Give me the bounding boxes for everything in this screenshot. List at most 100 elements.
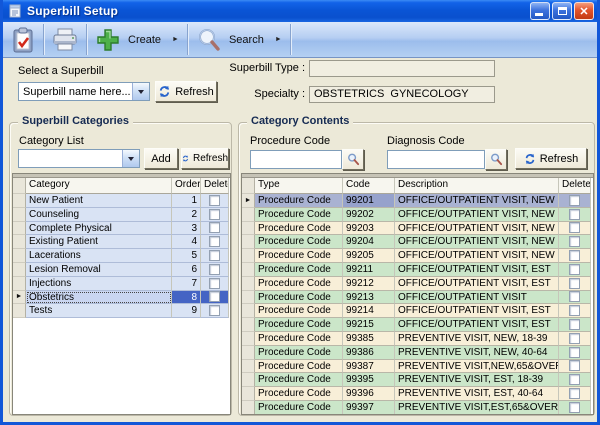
table-row[interactable]: Procedure Code99386PREVENTIVE VISIT, NEW… xyxy=(242,346,593,360)
type-cell[interactable]: Procedure Code xyxy=(255,318,343,332)
code-cell[interactable]: 99213 xyxy=(343,291,395,305)
row-selector[interactable] xyxy=(242,332,255,346)
desc-cell[interactable]: OFFICE/OUTPATIENT VISIT, NEW xyxy=(395,235,559,249)
type-cell[interactable]: Procedure Code xyxy=(255,263,343,277)
name-cell[interactable]: New Patient xyxy=(26,194,172,208)
table-row[interactable]: Procedure Code99396PREVENTIVE VISIT, EST… xyxy=(242,387,593,401)
code-cell[interactable]: 99205 xyxy=(343,249,395,263)
name-cell[interactable]: Tests xyxy=(26,304,172,318)
type-cell[interactable]: Procedure Code xyxy=(255,235,343,249)
code-cell[interactable]: 99215 xyxy=(343,318,395,332)
table-row[interactable]: Tests9 xyxy=(13,304,230,318)
desc-cell[interactable]: OFFICE/OUTPATIENT VISIT, NEW xyxy=(395,208,559,222)
delete-checkbox[interactable] xyxy=(209,236,220,247)
desc-cell[interactable]: OFFICE/OUTPATIENT VISIT, EST xyxy=(395,263,559,277)
code-cell[interactable]: 99397 xyxy=(343,401,395,415)
row-selector[interactable] xyxy=(242,387,255,401)
desc-cell[interactable]: OFFICE/OUTPATIENT VISIT, NEW xyxy=(395,222,559,236)
code-cell[interactable]: 99386 xyxy=(343,346,395,360)
desc-cell[interactable]: OFFICE/OUTPATIENT VISIT xyxy=(395,291,559,305)
delete-checkbox[interactable] xyxy=(569,195,580,206)
procedure-code-input[interactable] xyxy=(250,150,342,169)
type-cell[interactable]: Procedure Code xyxy=(255,360,343,374)
table-row[interactable]: ►Procedure Code99201OFFICE/OUTPATIENT VI… xyxy=(242,194,593,208)
type-cell[interactable]: Procedure Code xyxy=(255,208,343,222)
row-selector[interactable] xyxy=(13,235,26,249)
table-row[interactable]: Complete Physical3 xyxy=(13,222,230,236)
order-cell[interactable]: 6 xyxy=(172,263,201,277)
table-row[interactable]: Procedure Code99202OFFICE/OUTPATIENT VIS… xyxy=(242,208,593,222)
code-cell[interactable]: 99202 xyxy=(343,208,395,222)
row-selector[interactable] xyxy=(13,208,26,222)
search-button[interactable]: Search ► xyxy=(188,22,290,57)
type-cell[interactable]: Procedure Code xyxy=(255,401,343,415)
delete-checkbox[interactable] xyxy=(209,222,220,233)
type-cell[interactable]: Procedure Code xyxy=(255,332,343,346)
delete-checkbox[interactable] xyxy=(569,333,580,344)
code-cell[interactable]: 99395 xyxy=(343,373,395,387)
diagnosis-code-input[interactable] xyxy=(387,150,485,169)
code-cell[interactable]: 99387 xyxy=(343,360,395,374)
delete-checkbox[interactable] xyxy=(569,360,580,371)
type-cell[interactable]: Procedure Code xyxy=(255,373,343,387)
delete-checkbox[interactable] xyxy=(209,291,220,302)
table-row[interactable]: Counseling2 xyxy=(13,208,230,222)
code-cell[interactable]: 99396 xyxy=(343,387,395,401)
table-row[interactable]: Procedure Code99387PREVENTIVE VISIT,NEW,… xyxy=(242,360,593,374)
table-row[interactable]: Procedure Code99213OFFICE/OUTPATIENT VIS… xyxy=(242,291,593,305)
desc-cell[interactable]: PREVENTIVE VISIT,EST,65&OVER xyxy=(395,401,559,415)
delete-checkbox[interactable] xyxy=(209,264,220,275)
table-row[interactable]: Procedure Code99212OFFICE/OUTPATIENT VIS… xyxy=(242,277,593,291)
type-cell[interactable]: Procedure Code xyxy=(255,222,343,236)
desc-cell[interactable]: PREVENTIVE VISIT, NEW, 40-64 xyxy=(395,346,559,360)
combo-dropdown-button[interactable] xyxy=(122,150,139,167)
table-row[interactable]: Injections7 xyxy=(13,277,230,291)
code-cell[interactable]: 99211 xyxy=(343,263,395,277)
table-row[interactable]: ►Obstetrics8 xyxy=(13,291,230,305)
delete-checkbox[interactable] xyxy=(569,402,580,413)
row-selector[interactable]: ► xyxy=(242,194,255,208)
row-selector[interactable]: ► xyxy=(13,291,26,305)
delete-checkbox[interactable] xyxy=(209,278,220,289)
order-cell[interactable]: 9 xyxy=(172,304,201,318)
order-cell[interactable]: 7 xyxy=(172,277,201,291)
row-selector[interactable] xyxy=(13,263,26,277)
order-cell[interactable]: 8 xyxy=(172,291,201,305)
desc-cell[interactable]: OFFICE/OUTPATIENT VISIT, NEW xyxy=(395,194,559,208)
table-row[interactable]: Procedure Code99397PREVENTIVE VISIT,EST,… xyxy=(242,401,593,415)
row-selector[interactable] xyxy=(242,304,255,318)
delete-checkbox[interactable] xyxy=(569,222,580,233)
row-selector[interactable] xyxy=(242,208,255,222)
name-cell[interactable]: Obstetrics xyxy=(26,291,172,305)
delete-checkbox[interactable] xyxy=(569,236,580,247)
table-row[interactable]: Procedure Code99215OFFICE/OUTPATIENT VIS… xyxy=(242,318,593,332)
type-cell[interactable]: Procedure Code xyxy=(255,249,343,263)
row-selector[interactable] xyxy=(13,249,26,263)
code-cell[interactable]: 99203 xyxy=(343,222,395,236)
categories-refresh-button[interactable]: Refresh xyxy=(181,148,229,169)
table-row[interactable]: Procedure Code99211OFFICE/OUTPATIENT VIS… xyxy=(242,263,593,277)
order-cell[interactable]: 5 xyxy=(172,249,201,263)
row-selector[interactable] xyxy=(242,291,255,305)
table-row[interactable]: New Patient1 xyxy=(13,194,230,208)
type-cell[interactable]: Procedure Code xyxy=(255,194,343,208)
type-cell[interactable]: Procedure Code xyxy=(255,304,343,318)
order-cell[interactable]: 3 xyxy=(172,222,201,236)
delete-checkbox[interactable] xyxy=(569,305,580,316)
add-category-button[interactable]: Add xyxy=(144,148,178,169)
order-cell[interactable]: 1 xyxy=(172,194,201,208)
desc-cell[interactable]: PREVENTIVE VISIT, EST, 18-39 xyxy=(395,373,559,387)
contents-refresh-button[interactable]: Refresh xyxy=(515,148,587,169)
combo-dropdown-button[interactable] xyxy=(132,83,149,100)
type-cell[interactable]: Procedure Code xyxy=(255,277,343,291)
table-row[interactable]: Procedure Code99214OFFICE/OUTPATIENT VIS… xyxy=(242,304,593,318)
superbill-name-combobox[interactable]: Superbill name here... xyxy=(18,82,150,101)
table-row[interactable]: Procedure Code99205OFFICE/OUTPATIENT VIS… xyxy=(242,249,593,263)
maximize-button[interactable] xyxy=(552,2,572,20)
close-button[interactable]: ✕ xyxy=(574,2,594,20)
row-selector[interactable] xyxy=(242,235,255,249)
diagnosis-code-search-button[interactable] xyxy=(485,149,507,170)
type-cell[interactable]: Procedure Code xyxy=(255,291,343,305)
row-selector[interactable] xyxy=(242,249,255,263)
delete-checkbox[interactable] xyxy=(569,250,580,261)
